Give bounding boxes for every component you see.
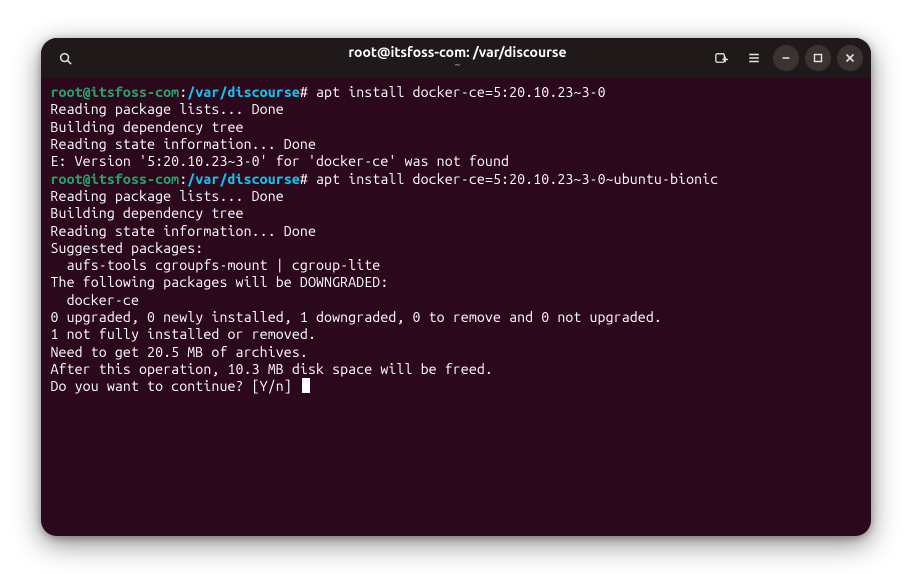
titlebar: root@itsfoss-com: /var/discourse ~ [41,38,871,78]
close-button[interactable] [837,45,863,71]
minimize-button[interactable] [773,45,799,71]
prompt-path: /var/discourse [187,171,300,187]
output-line: Reading state information... Done [51,223,317,239]
terminal-window: root@itsfoss-com: /var/discourse ~ [41,38,871,536]
prompt-user: root@itsfoss-com [51,171,180,187]
continue-prompt: Do you want to continue? [Y/n] [51,378,300,394]
prompt-symbol: # [300,171,308,187]
prompt-symbol: # [300,84,308,100]
output-line: Building dependency tree [51,205,244,221]
output-line: Building dependency tree [51,119,244,135]
window-title: root@itsfoss-com: /var/discourse [348,45,566,60]
output-line: aufs-tools cgroupfs-mount | cgroup-lite [51,257,381,273]
window-subtitle: ~ [455,60,461,71]
cursor [302,378,310,393]
output-line: docker-ce [51,292,140,308]
prompt-path: /var/discourse [187,84,300,100]
output-line: 0 upgraded, 0 newly installed, 1 downgra… [51,309,662,325]
output-line: Reading package lists... Done [51,188,284,204]
search-icon[interactable] [53,45,79,71]
output-line: Reading state information... Done [51,136,317,152]
output-line: After this operation, 10.3 MB disk space… [51,361,493,377]
maximize-button[interactable] [805,45,831,71]
output-line: 1 not fully installed or removed. [51,326,317,342]
command-1: apt install docker-ce=5:20.10.23~3-0 [316,84,606,100]
prompt-user: root@itsfoss-com [51,84,180,100]
new-tab-icon[interactable] [709,45,735,71]
output-line: E: Version '5:20.10.23~3-0' for 'docker-… [51,153,510,169]
output-line: The following packages will be DOWNGRADE… [51,274,389,290]
command-2: apt install docker-ce=5:20.10.23~3-0~ubu… [316,171,718,187]
output-line: Suggested packages: [51,240,204,256]
terminal-output[interactable]: root@itsfoss-com:/var/discourse# apt ins… [41,78,871,536]
output-line: Need to get 20.5 MB of archives. [51,344,308,360]
hamburger-menu-icon[interactable] [741,45,767,71]
output-line: Reading package lists... Done [51,101,284,117]
